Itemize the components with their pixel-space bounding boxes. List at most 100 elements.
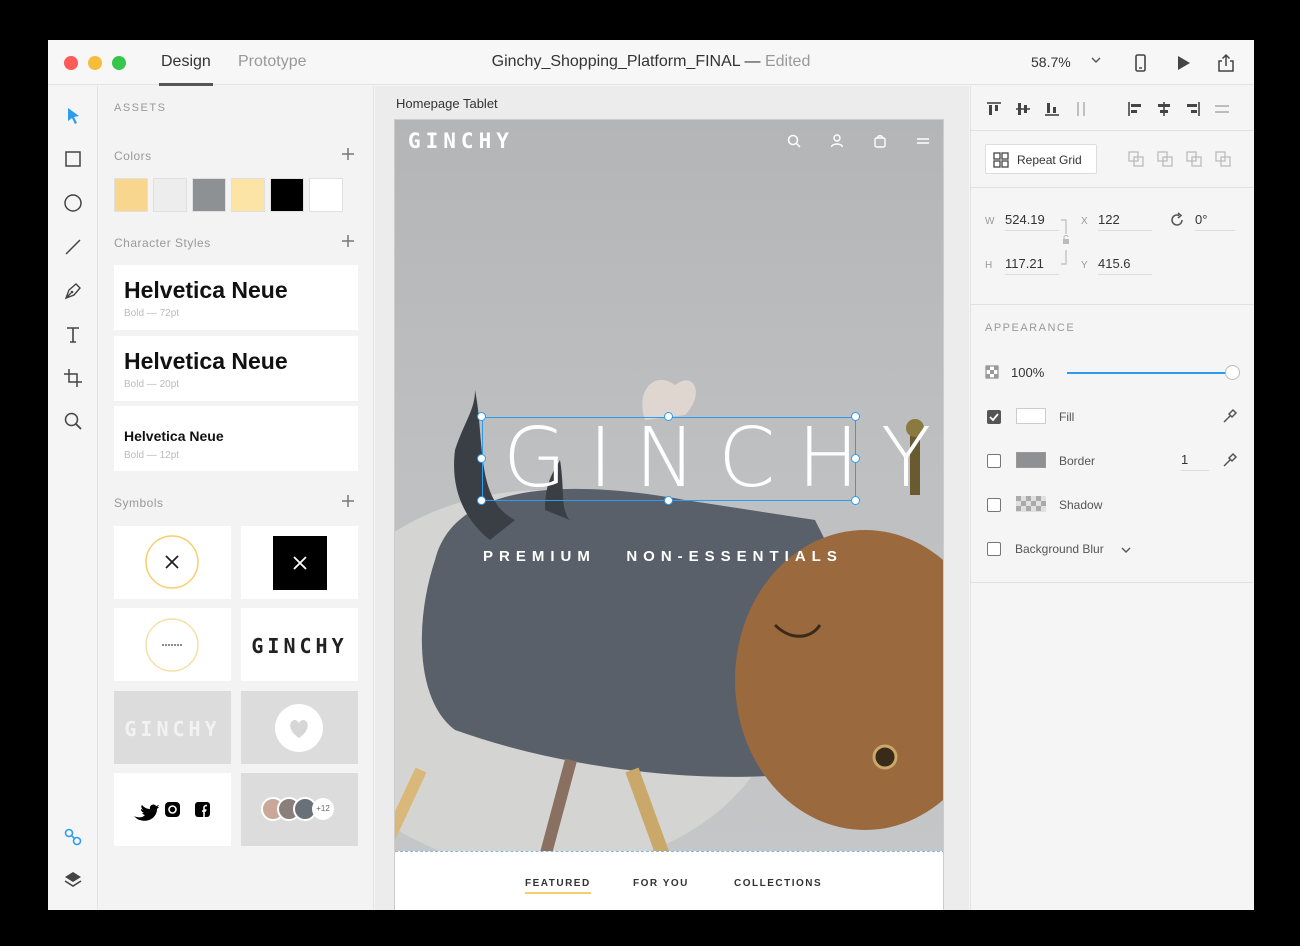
border-width-input[interactable]: 1 — [1181, 452, 1209, 471]
align-left-icon[interactable] — [1126, 100, 1144, 118]
symbol-social-icons[interactable] — [114, 773, 231, 846]
character-style-name: Helvetica Neue — [124, 428, 224, 444]
color-swatch[interactable] — [231, 178, 265, 212]
repeat-grid-row: Repeat Grid — [971, 131, 1254, 188]
artboard-bottom-nav[interactable]: FEATURED FOR YOU COLLECTIONS — [395, 851, 943, 910]
align-center-icon[interactable] — [1155, 100, 1173, 118]
resize-handle-bottom-right[interactable] — [851, 496, 860, 505]
symbol-logo-light[interactable]: GINCHY — [114, 691, 231, 764]
resize-handle-bottom-left[interactable] — [477, 496, 486, 505]
symbol-avatar-group[interactable]: +12 — [241, 773, 358, 846]
hero-image[interactable]: GINCHY GINCHY PREMIUM NON-ESSENTIALS — [395, 120, 943, 851]
search-icon[interactable] — [786, 133, 802, 149]
instagram-icon — [165, 802, 180, 817]
align-bottom-icon[interactable] — [1043, 100, 1061, 118]
resize-handle-top[interactable] — [664, 412, 673, 421]
align-right-icon[interactable] — [1184, 100, 1202, 118]
shadow-checkbox[interactable] — [987, 498, 1001, 512]
symbol-close-circle[interactable] — [114, 526, 231, 599]
symbols-panel-icon[interactable] — [62, 826, 84, 848]
nav-for-you[interactable]: FOR YOU — [633, 878, 689, 889]
x-input[interactable]: 122 — [1098, 212, 1152, 231]
symbol-heart-button[interactable] — [241, 691, 358, 764]
width-input[interactable]: 524.19 — [1005, 212, 1059, 231]
hero-subtitle[interactable]: PREMIUM NON-ESSENTIALS — [483, 548, 857, 565]
width-label: W — [985, 216, 995, 227]
resize-handle-top-right[interactable] — [851, 412, 860, 421]
add-character-style-icon[interactable] — [340, 233, 356, 249]
artboard-label[interactable]: Homepage Tablet — [396, 96, 498, 111]
nav-collections[interactable]: COLLECTIONS — [734, 878, 822, 889]
distribute-horizontal-icon[interactable] — [1213, 100, 1231, 118]
character-style-20pt[interactable]: Helvetica Neue Bold — 20pt — [114, 336, 358, 401]
resize-handle-bottom[interactable] — [664, 496, 673, 505]
boolean-add-icon[interactable] — [1127, 150, 1145, 168]
user-icon[interactable] — [829, 133, 845, 149]
resize-handle-left[interactable] — [477, 454, 486, 463]
distribute-vertical-icon[interactable] — [1072, 100, 1090, 118]
selection-bounding-box — [482, 417, 856, 501]
y-input[interactable]: 415.6 — [1098, 256, 1152, 275]
xd-window: Design Prototype Ginchy_Shopping_Platfor… — [48, 40, 1254, 910]
border-color-swatch[interactable] — [1016, 452, 1046, 468]
chevron-down-icon[interactable] — [1121, 545, 1131, 555]
shadow-swatch[interactable] — [1016, 496, 1046, 512]
device-preview-icon[interactable] — [1129, 52, 1151, 74]
border-checkbox[interactable] — [987, 454, 1001, 468]
pen-tool-icon[interactable] — [62, 280, 84, 302]
artboard-logo[interactable]: GINCHY — [408, 129, 514, 153]
repeat-grid-button[interactable]: Repeat Grid — [985, 144, 1097, 174]
play-icon[interactable] — [1172, 52, 1194, 74]
resize-handle-top-left[interactable] — [477, 412, 486, 421]
add-color-icon[interactable] — [340, 146, 356, 162]
fill-checkbox[interactable] — [987, 410, 1001, 424]
symbol-circle-badge[interactable] — [114, 608, 231, 681]
zoom-level[interactable]: 58.7% — [1031, 54, 1071, 70]
layers-panel-icon[interactable] — [62, 869, 84, 891]
artboard-tool-icon[interactable] — [62, 367, 84, 389]
symbol-logo-dark[interactable]: GINCHY — [241, 608, 358, 681]
homepage-tablet-artboard[interactable]: GINCHY GINCHY PREMIUM NON-ESSENTIALS FEA… — [394, 119, 944, 910]
boolean-exclude-icon[interactable] — [1214, 150, 1232, 168]
opacity-slider-handle[interactable] — [1225, 365, 1240, 380]
line-tool-icon[interactable] — [62, 236, 84, 258]
x-label: X — [1081, 216, 1088, 227]
height-input[interactable]: 117.21 — [1005, 256, 1059, 275]
color-swatch[interactable] — [153, 178, 187, 212]
color-swatch[interactable] — [309, 178, 343, 212]
border-label: Border — [1059, 454, 1096, 468]
align-top-icon[interactable] — [985, 100, 1003, 118]
zoom-tool-icon[interactable] — [62, 410, 84, 432]
design-canvas[interactable]: Homepage Tablet GINCHY GINCHY PREMIUM NO… — [375, 86, 969, 910]
add-symbol-icon[interactable] — [340, 493, 356, 509]
ellipse-tool-icon[interactable] — [62, 192, 84, 214]
select-tool-icon[interactable] — [62, 105, 84, 127]
chevron-down-icon[interactable] — [1091, 55, 1101, 65]
opacity-slider-track[interactable] — [1067, 365, 1240, 380]
color-swatch[interactable] — [192, 178, 226, 212]
opacity-value[interactable]: 100% — [1011, 365, 1044, 383]
align-middle-icon[interactable] — [1014, 100, 1032, 118]
color-swatch[interactable] — [270, 178, 304, 212]
fill-eyedropper-icon[interactable] — [1221, 407, 1239, 425]
nav-featured[interactable]: FEATURED — [525, 878, 591, 894]
character-style-72pt[interactable]: Helvetica Neue Bold — 72pt — [114, 265, 358, 330]
menu-icon[interactable] — [915, 133, 931, 149]
rotation-input[interactable]: 0° — [1195, 212, 1235, 231]
text-tool-icon[interactable] — [62, 324, 84, 346]
bag-icon[interactable] — [872, 133, 888, 149]
lock-aspect-icon[interactable] — [1059, 218, 1073, 266]
rectangle-tool-icon[interactable] — [62, 148, 84, 170]
boolean-subtract-icon[interactable] — [1156, 150, 1174, 168]
boolean-intersect-icon[interactable] — [1185, 150, 1203, 168]
fill-color-swatch[interactable] — [1016, 408, 1046, 424]
symbol-close-square[interactable] — [241, 526, 358, 599]
appearance-label: APPEARANCE — [985, 322, 1076, 334]
resize-handle-right[interactable] — [851, 454, 860, 463]
background-blur-label[interactable]: Background Blur — [1015, 542, 1104, 556]
share-icon[interactable] — [1215, 52, 1237, 74]
color-swatch[interactable] — [114, 178, 148, 212]
background-blur-checkbox[interactable] — [987, 542, 1001, 556]
character-style-12pt[interactable]: Helvetica Neue Bold — 12pt — [114, 406, 358, 471]
border-eyedropper-icon[interactable] — [1221, 451, 1239, 469]
